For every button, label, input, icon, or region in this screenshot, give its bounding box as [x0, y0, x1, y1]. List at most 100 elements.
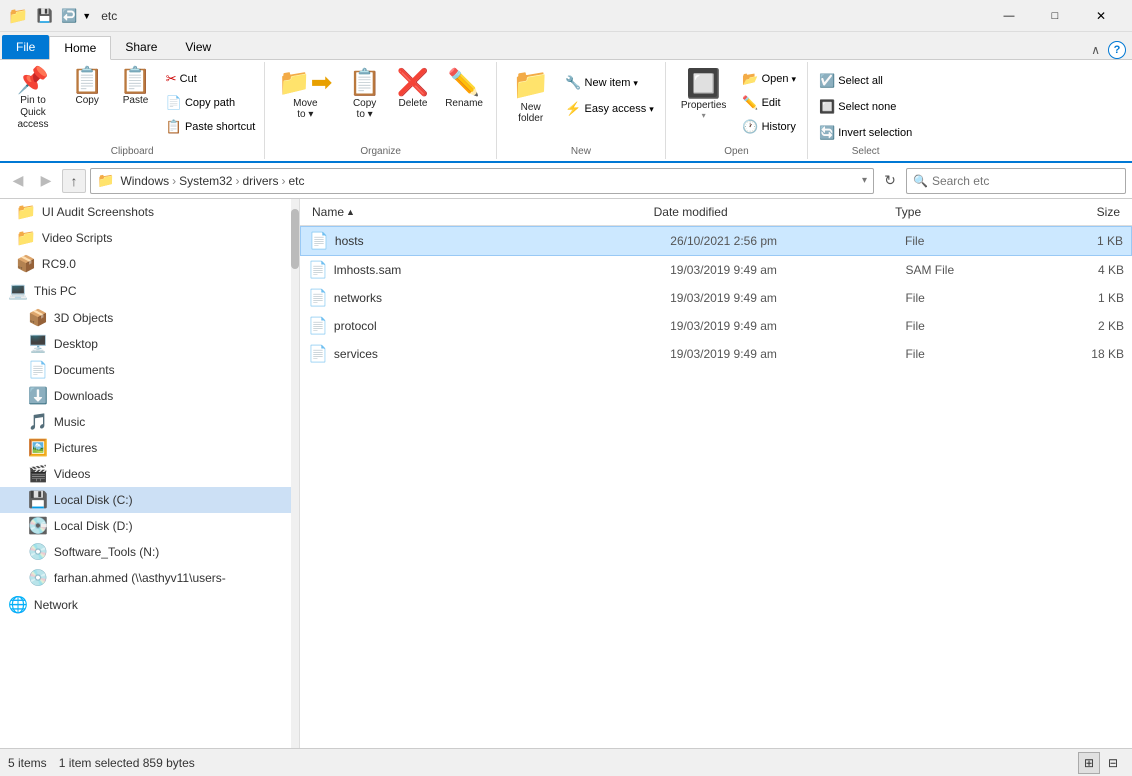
quick-save-icon[interactable]: 💾 [34, 6, 56, 26]
file-row[interactable]: 📄 hosts 26/10/2021 2:56 pm File 1 KB [300, 226, 1132, 256]
tab-view[interactable]: View [171, 35, 225, 59]
copy-path-icon: 📄 [166, 95, 182, 111]
col-header-name[interactable]: Name ▲ [308, 201, 650, 223]
copy-path-button[interactable]: 📄 Copy path [161, 92, 261, 114]
breadcrumb-windows[interactable]: Windows [118, 174, 171, 188]
edit-button[interactable]: ✏️ Edit [737, 92, 801, 114]
file-date: 26/10/2021 2:56 pm [670, 234, 905, 248]
minimize-button[interactable]: — [986, 0, 1032, 32]
back-button[interactable]: ◀ [6, 169, 30, 193]
maximize-button[interactable]: □ [1032, 0, 1078, 32]
undo-icon[interactable]: ↩️ [58, 6, 80, 26]
sidebar-item-label: Music [54, 415, 85, 429]
sidebar-item-ui-audit[interactable]: 📁 UI Audit Screenshots [0, 199, 299, 225]
sidebar-item-rc9[interactable]: 📦 RC9.0 [0, 251, 299, 277]
properties-button[interactable]: 🔲 Properties ▾ [672, 64, 736, 123]
address-dropdown-icon[interactable]: ▾ [862, 175, 867, 186]
breadcrumb-etc[interactable]: etc [287, 174, 307, 188]
sidebar-item-videos[interactable]: 🎬 Videos [0, 461, 299, 487]
sidebar-item-this-pc[interactable]: 💻 This PC [0, 277, 299, 305]
breadcrumb-drivers[interactable]: drivers [240, 174, 280, 188]
file-date: 19/03/2019 9:49 am [670, 347, 905, 361]
invert-selection-icon: 🔄 [819, 125, 835, 141]
file-name: protocol [334, 319, 670, 333]
select-all-icon: ☑️ [819, 73, 835, 89]
sidebar-item-local-disk-c[interactable]: 💾 Local Disk (C:) [0, 487, 299, 513]
tab-share[interactable]: Share [111, 35, 171, 59]
downloads-icon: ⬇️ [28, 386, 48, 406]
breadcrumb-sep-1: › [172, 174, 176, 188]
col-header-size[interactable]: Size [1033, 201, 1124, 223]
delete-button[interactable]: ❌ Delete [390, 64, 436, 112]
breadcrumb-system32[interactable]: System32 [177, 174, 234, 188]
sidebar-item-video-scripts[interactable]: 📁 Video Scripts [0, 225, 299, 251]
sidebar-item-pictures[interactable]: 🖼️ Pictures [0, 435, 299, 461]
refresh-button[interactable]: ↻ [878, 169, 902, 193]
invert-selection-button[interactable]: 🔄 Invert selection [814, 122, 917, 144]
new-item-icon: 🔧 [565, 75, 581, 91]
sidebar-item-music[interactable]: 🎵 Music [0, 409, 299, 435]
search-input[interactable] [932, 174, 1119, 188]
file-type: File [905, 319, 1039, 333]
sidebar-item-3d-objects[interactable]: 📦 3D Objects [0, 305, 299, 331]
paste-shortcut-button[interactable]: 📋 Paste shortcut [161, 116, 261, 138]
file-row[interactable]: 📄 protocol 19/03/2019 9:49 am File 2 KB [300, 312, 1132, 340]
select-none-icon: 🔲 [819, 99, 835, 115]
file-row[interactable]: 📄 services 19/03/2019 9:49 am File 18 KB [300, 340, 1132, 368]
view-buttons: ⊞ ⊟ [1078, 752, 1124, 774]
sidebar-scrollbar-thumb[interactable] [291, 209, 299, 269]
history-button[interactable]: 🕐 History [737, 116, 801, 138]
tab-file[interactable]: File [2, 35, 49, 59]
new-folder-button[interactable]: 📁 New folder [503, 64, 558, 127]
easy-access-button[interactable]: ⚡ Easy access ▾ [560, 98, 658, 120]
sidebar-item-network[interactable]: 🌐 Network [0, 591, 299, 619]
tab-home[interactable]: Home [49, 36, 111, 60]
address-bar[interactable]: 📁 Windows › System32 › drivers › etc ▾ [90, 168, 874, 194]
sidebar-item-documents[interactable]: 📄 Documents [0, 357, 299, 383]
up-button[interactable]: ↑ [62, 169, 86, 193]
select-label: Select [814, 146, 917, 157]
move-to-button[interactable]: 📁➡ Move to ▾ [271, 64, 339, 123]
sidebar-item-downloads[interactable]: ⬇️ Downloads [0, 383, 299, 409]
rename-icon: ✏️ [448, 67, 480, 98]
file-name: lmhosts.sam [334, 263, 670, 277]
sidebar-scrollbar[interactable] [291, 199, 299, 748]
help-icon[interactable]: ? [1108, 41, 1126, 59]
network-drive-icon: 💿 [28, 542, 48, 562]
selected-info: 1 item selected 859 bytes [59, 756, 195, 770]
rename-button[interactable]: ✏️ Rename [438, 64, 490, 112]
sidebar-item-local-disk-d[interactable]: 💽 Local Disk (D:) [0, 513, 299, 539]
select-none-button[interactable]: 🔲 Select none [814, 96, 917, 118]
collapse-ribbon-icon[interactable]: ∧ [1087, 41, 1104, 59]
videos-icon: 🎬 [28, 464, 48, 484]
sidebar-item-label: Downloads [54, 389, 113, 403]
col-header-type[interactable]: Type [891, 201, 1032, 223]
copy-button[interactable]: 📋 Copy [64, 64, 110, 109]
copy-to-button[interactable]: 📋 Copy to ▾ [341, 64, 387, 123]
close-button[interactable]: ✕ [1078, 0, 1124, 32]
forward-button[interactable]: ▶ [34, 169, 58, 193]
select-all-button[interactable]: ☑️ Select all [814, 70, 917, 92]
sidebar: 📁 UI Audit Screenshots 📁 Video Scripts 📦… [0, 199, 300, 748]
pin-to-quick-access-button[interactable]: 📌 Pin to Quickaccess [4, 64, 62, 134]
file-row[interactable]: 📄 lmhosts.sam 19/03/2019 9:49 am SAM Fil… [300, 256, 1132, 284]
dropdown-icon[interactable]: ▼ [82, 11, 91, 21]
large-icons-view-button[interactable]: ⊟ [1102, 752, 1124, 774]
pin-icon: 📌 [17, 67, 49, 93]
open-button[interactable]: 📂 Open ▾ [737, 68, 801, 90]
file-row[interactable]: 📄 networks 19/03/2019 9:49 am File 1 KB [300, 284, 1132, 312]
clipboard-label: Clipboard [4, 146, 260, 157]
paste-shortcut-icon: 📋 [166, 119, 182, 135]
breadcrumb-sep-2: › [235, 174, 239, 188]
paste-button[interactable]: 📋 Paste [112, 64, 158, 109]
delete-icon: ❌ [397, 67, 429, 98]
sidebar-item-software-tools[interactable]: 💿 Software_Tools (N:) [0, 539, 299, 565]
details-view-button[interactable]: ⊞ [1078, 752, 1100, 774]
new-item-button[interactable]: 🔧 New item ▾ [560, 72, 658, 94]
search-box[interactable]: 🔍 [906, 168, 1126, 194]
sidebar-item-desktop[interactable]: 🖥️ Desktop [0, 331, 299, 357]
sidebar-item-farhan[interactable]: 💿 farhan.ahmed (\\asthyv11\users- [0, 565, 299, 591]
col-header-date[interactable]: Date modified [650, 201, 892, 223]
cut-button[interactable]: ✂ Cut [161, 68, 261, 90]
network-icon: 🌐 [8, 595, 28, 615]
